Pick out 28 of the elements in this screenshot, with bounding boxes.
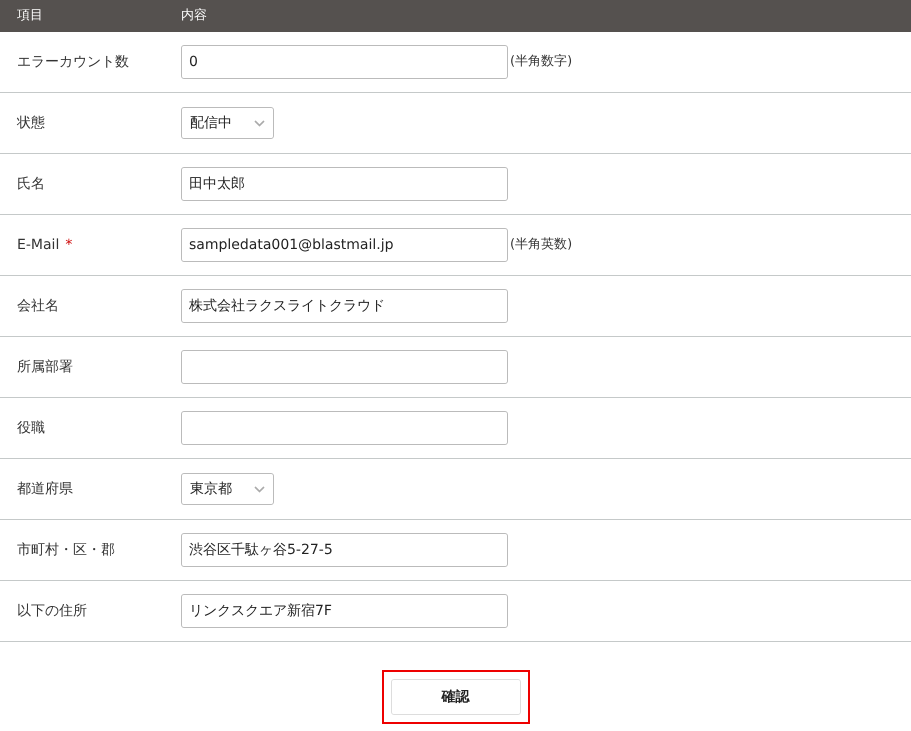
- confirm-button[interactable]: 確認: [390, 679, 520, 715]
- field-label: 状態: [17, 114, 45, 132]
- field-label: 都道府県: [17, 480, 73, 498]
- field-label: 会社名: [17, 296, 59, 316]
- required-mark: *: [65, 236, 72, 254]
- field-label: 役職: [17, 418, 45, 438]
- field-label: エラーカウント数: [17, 52, 129, 72]
- field-label: 以下の住所: [17, 602, 87, 620]
- field-label: 所属部署: [17, 358, 73, 376]
- input-field[interactable]: 株式会社ラクスライトクラウド: [181, 289, 508, 323]
- input-field[interactable]: [181, 350, 508, 384]
- dropdown[interactable]: 東京都: [181, 473, 274, 505]
- input-field[interactable]: 田中太郎: [181, 167, 508, 201]
- column-header: 項目: [16, 7, 44, 26]
- input-field[interactable]: リンクスクエア新宿7F: [181, 594, 508, 628]
- hint-text: (半角数字): [510, 53, 572, 72]
- chevron-down-icon: [254, 120, 265, 126]
- input-field[interactable]: 渋谷区千駄ヶ谷5-27-5: [181, 533, 508, 567]
- input-field[interactable]: [181, 411, 508, 445]
- chevron-down-icon: [254, 486, 265, 492]
- field-label: E-Mail: [17, 236, 60, 254]
- column-header: 内容: [181, 7, 207, 26]
- dropdown[interactable]: 配信中: [181, 107, 274, 139]
- field-label: 氏名: [17, 174, 45, 194]
- input-field[interactable]: sampledata001@blastmail.jp: [181, 228, 508, 262]
- hint-text: (半角英数): [510, 236, 572, 254]
- field-label: 市町村・区・郡: [17, 540, 115, 560]
- input-field[interactable]: 0: [181, 45, 508, 79]
